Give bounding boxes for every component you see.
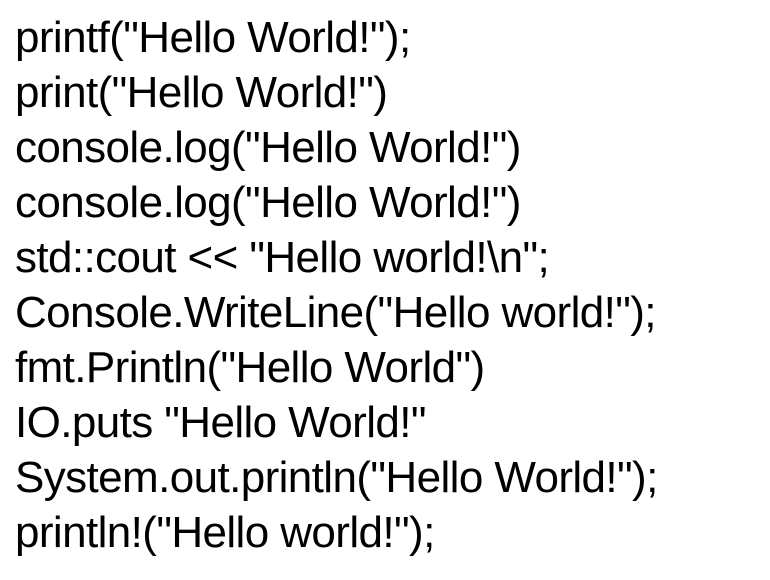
code-line-typescript: console.log("Hello World!") — [15, 178, 521, 227]
code-line-rust: println!("Hello world!"); — [15, 508, 435, 557]
code-line-javascript: console.log("Hello World!") — [15, 123, 521, 172]
code-line-csharp: Console.WriteLine("Hello world!"); — [15, 288, 657, 337]
document-page: printf("Hello World!"); print("Hello Wor… — [0, 0, 770, 580]
code-line-c: printf("Hello World!"); — [15, 13, 411, 62]
code-line-java: System.out.println("Hello World!"); — [15, 453, 658, 502]
code-line-elixir: IO.puts "Hello World!" — [15, 398, 427, 447]
code-line-go: fmt.Println("Hello World") — [15, 343, 485, 392]
code-line-cpp: std::cout << "Hello world!\n"; — [15, 233, 550, 282]
hello-world-snippet-list: printf("Hello World!"); print("Hello Wor… — [15, 10, 770, 560]
code-line-python: print("Hello World!") — [15, 68, 388, 117]
